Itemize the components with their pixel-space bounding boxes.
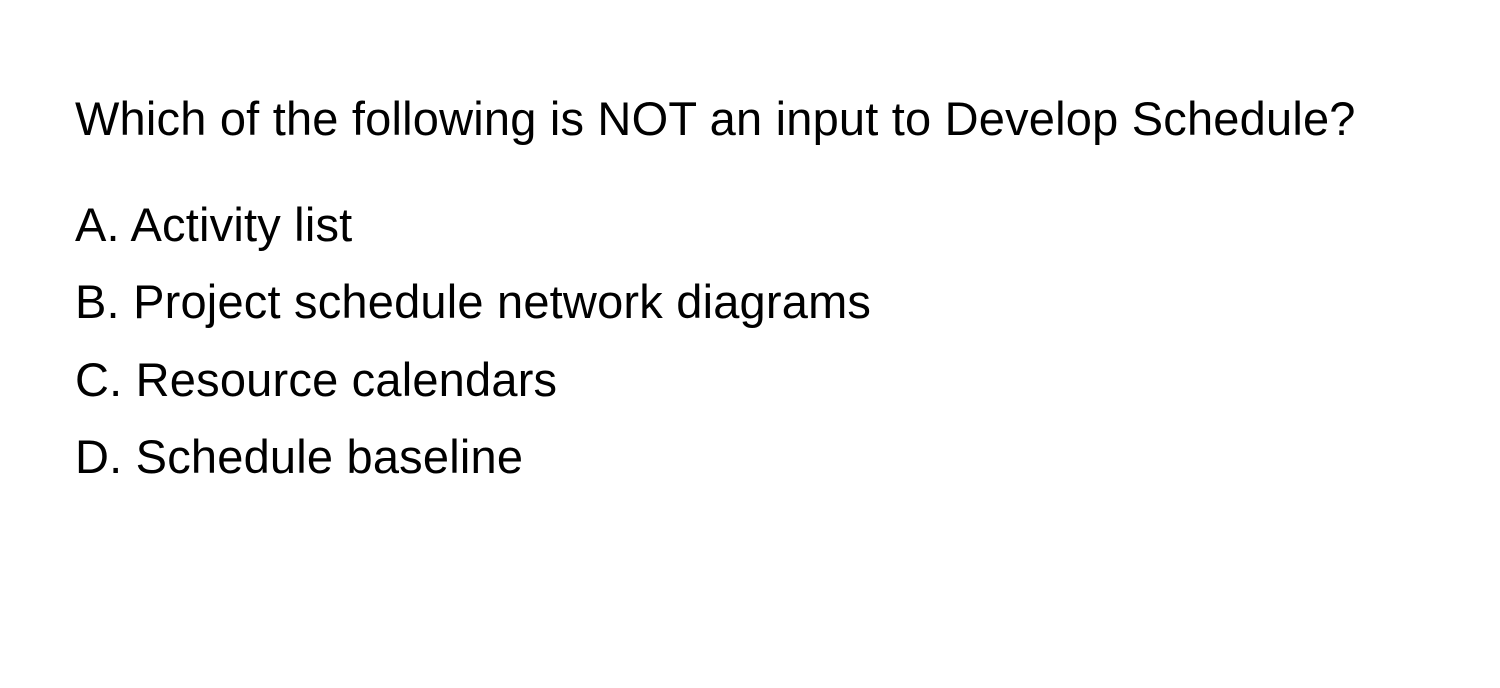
option-b: B. Project schedule network diagrams: [75, 263, 1425, 341]
option-d: D. Schedule baseline: [75, 418, 1425, 496]
option-c: C. Resource calendars: [75, 341, 1425, 419]
option-a: A. Activity list: [75, 186, 1425, 264]
question-text: Which of the following is NOT an input t…: [75, 80, 1425, 158]
